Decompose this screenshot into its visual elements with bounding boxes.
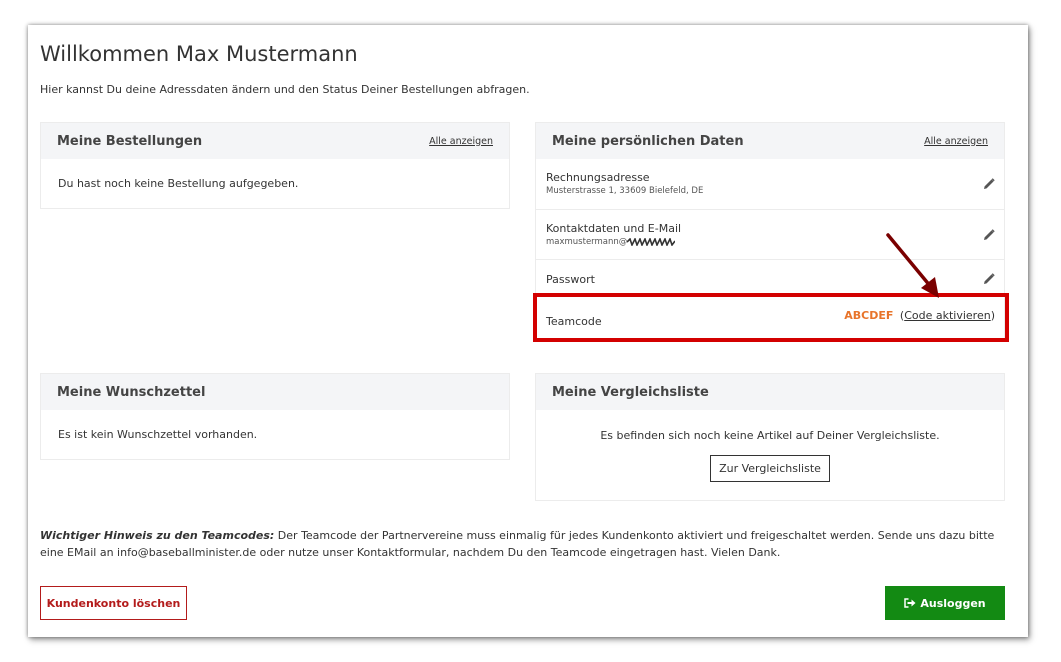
delete-account-button[interactable]: Kundenkonto löschen (40, 586, 187, 620)
teamcode-notice: Wichtiger Hinweis zu den Teamcodes: Der … (40, 527, 1005, 561)
contact-email-value: maxmustermann@ (546, 237, 628, 247)
go-to-compare-list-button[interactable]: Zur Vergleichsliste (710, 455, 830, 482)
billing-address-row: Rechnungsadresse Musterstrasse 1, 33609 … (536, 159, 1004, 210)
orders-card-header: Meine Bestellungen Alle anzeigen (41, 123, 509, 159)
wishlist-empty-text: Es ist kein Wunschzettel vorhanden. (58, 428, 258, 441)
personal-data-show-all-link[interactable]: Alle anzeigen (924, 136, 988, 147)
wishlist-card-title: Meine Wunschzettel (57, 384, 206, 400)
orders-card: Meine Bestellungen Alle anzeigen Du hast… (40, 122, 510, 209)
orders-card-title: Meine Bestellungen (57, 133, 203, 149)
page-intro: Hier kannst Du deine Adressdaten ändern … (40, 83, 530, 96)
orders-show-all-link[interactable]: Alle anzeigen (429, 136, 493, 147)
teamcode-notice-label: Wichtiger Hinweis zu den Teamcodes: (40, 529, 275, 542)
logout-label: Ausloggen (920, 596, 986, 610)
personal-data-card-header: Meine persönlichen Daten Alle anzeigen (536, 123, 1004, 159)
activate-code-link[interactable]: Code aktivieren (904, 309, 991, 322)
compare-card: Meine Vergleichsliste Es befinden sich n… (535, 373, 1005, 501)
page-title: Willkommen Max Mustermann (40, 42, 358, 66)
delete-account-label: Kundenkonto löschen (46, 596, 181, 610)
compare-body: Es befinden sich noch keine Artikel auf … (536, 410, 1004, 482)
personal-data-card-title: Meine persönlichen Daten (552, 133, 744, 149)
teamcode-value-group: ABCDEF (Code aktivieren) (844, 309, 995, 322)
billing-address-label: Rechnungsadresse (546, 171, 650, 184)
pencil-icon[interactable] (983, 178, 995, 190)
annotation-arrow-icon (886, 233, 939, 298)
email-redaction-scribble (627, 238, 676, 246)
orders-empty-text: Du hast noch keine Bestellung aufgegeben… (58, 177, 299, 190)
billing-address-value: Musterstrasse 1, 33609 Bielefeld, DE (546, 186, 704, 196)
pencil-icon[interactable] (983, 229, 995, 241)
compare-card-title: Meine Vergleichsliste (552, 384, 709, 400)
compare-card-header: Meine Vergleichsliste (536, 374, 1004, 410)
wishlist-card-header: Meine Wunschzettel (41, 374, 509, 410)
logout-button[interactable]: Ausloggen (885, 586, 1005, 620)
wishlist-card: Meine Wunschzettel Es ist kein Wunschzet… (40, 373, 510, 460)
teamcode-label: Teamcode (546, 315, 602, 328)
compare-empty-text: Es befinden sich noch keine Artikel auf … (600, 429, 940, 442)
account-panel: Willkommen Max Mustermann Hier kannst Du… (28, 25, 1028, 637)
teamcode-paren-close: ) (990, 309, 995, 322)
sign-out-icon (904, 598, 916, 608)
teamcode-code: ABCDEF (844, 309, 894, 322)
compare-button-wrap: Zur Vergleichsliste (536, 455, 1004, 482)
pencil-icon[interactable] (983, 273, 995, 285)
